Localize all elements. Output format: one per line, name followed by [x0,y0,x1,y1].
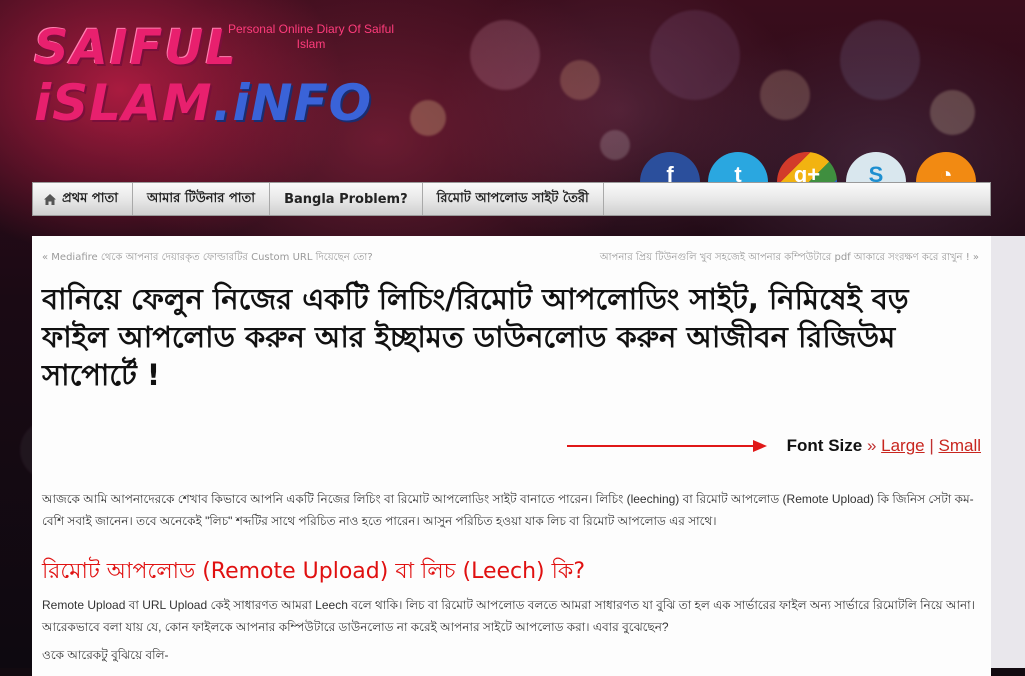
next-post-link[interactable]: আপনার প্রিয় টিউনগুলি খুব সহজেই আপনার কম… [600,250,979,267]
nav-item-remote-upload-site[interactable]: রিমোট আপলোড সাইট তৈরী [423,183,604,215]
intro-paragraph: আজকে আমি আপনাদেরকে শেখাব কিভাবে আপনি একট… [42,492,974,528]
font-size-separator: » [862,436,882,455]
font-size-control: Font Size » Large | Small [787,436,981,456]
bokeh-light [840,20,920,100]
logo-text-islam: iSLAM [34,74,213,132]
continuation-paragraph: ওকে আরেকটু বুঝিয়ে বলি- [42,648,169,662]
logo-text-info: .iNFO [212,74,373,132]
font-size-small-link[interactable]: Small [938,436,981,455]
post-content: « Mediafire থেকে আপনার দেয়ারকৃত ফোল্ডার… [32,236,991,676]
font-size-label: Font Size [786,436,863,455]
bokeh-light [760,70,810,120]
arrow-right-icon [567,440,767,452]
logo-tagline: Personal Online Diary Of Saiful Islam [227,22,395,51]
section-heading: রিমোট আপলোড (Remote Upload) বা লিচ (Leec… [42,559,585,584]
logo-text-top: SAIFUL [34,20,238,76]
bokeh-light [560,60,600,100]
bokeh-light [410,100,446,136]
previous-post-link[interactable]: « Mediafire থেকে আপনার দেয়ারকৃত ফোল্ডার… [42,250,373,267]
logo-text-bottom: iSLAM.iNFO [34,74,372,132]
nav-item-remote-upload-site-label: রিমোট আপলোড সাইট তৈরী [436,190,589,206]
post-title: বানিয়ে ফেলুন নিজের একটি লিচিং/রিমোট আপল… [42,282,909,392]
main-navigation: প্রথম পাতা আমার টিউনার পাতা Bangla Probl… [32,182,991,216]
nav-item-bangla-problem[interactable]: Bangla Problem? [270,183,423,215]
bokeh-light [930,90,975,135]
bokeh-light [650,10,740,100]
nav-item-home-label: প্রথম পাতা [62,190,118,206]
page-right-edge [991,236,1025,668]
nav-item-bangla-problem-label: Bangla Problem? [284,191,408,207]
nav-item-tuner-page[interactable]: আমার টিউনার পাতা [133,183,271,215]
home-icon [44,193,56,205]
site-logo[interactable]: SAIFUL Personal Online Diary Of Saiful I… [34,18,394,138]
bokeh-light [600,130,630,160]
nav-item-home[interactable]: প্রথম পাতা [33,183,133,215]
font-size-large-link[interactable]: Large [881,436,924,455]
nav-item-tuner-page-label: আমার টিউনার পাতা [147,190,256,206]
bokeh-light [470,20,540,90]
font-size-separator: | [924,436,939,455]
body-paragraph: Remote Upload বা URL Upload কেই সাধারণত … [42,598,975,634]
